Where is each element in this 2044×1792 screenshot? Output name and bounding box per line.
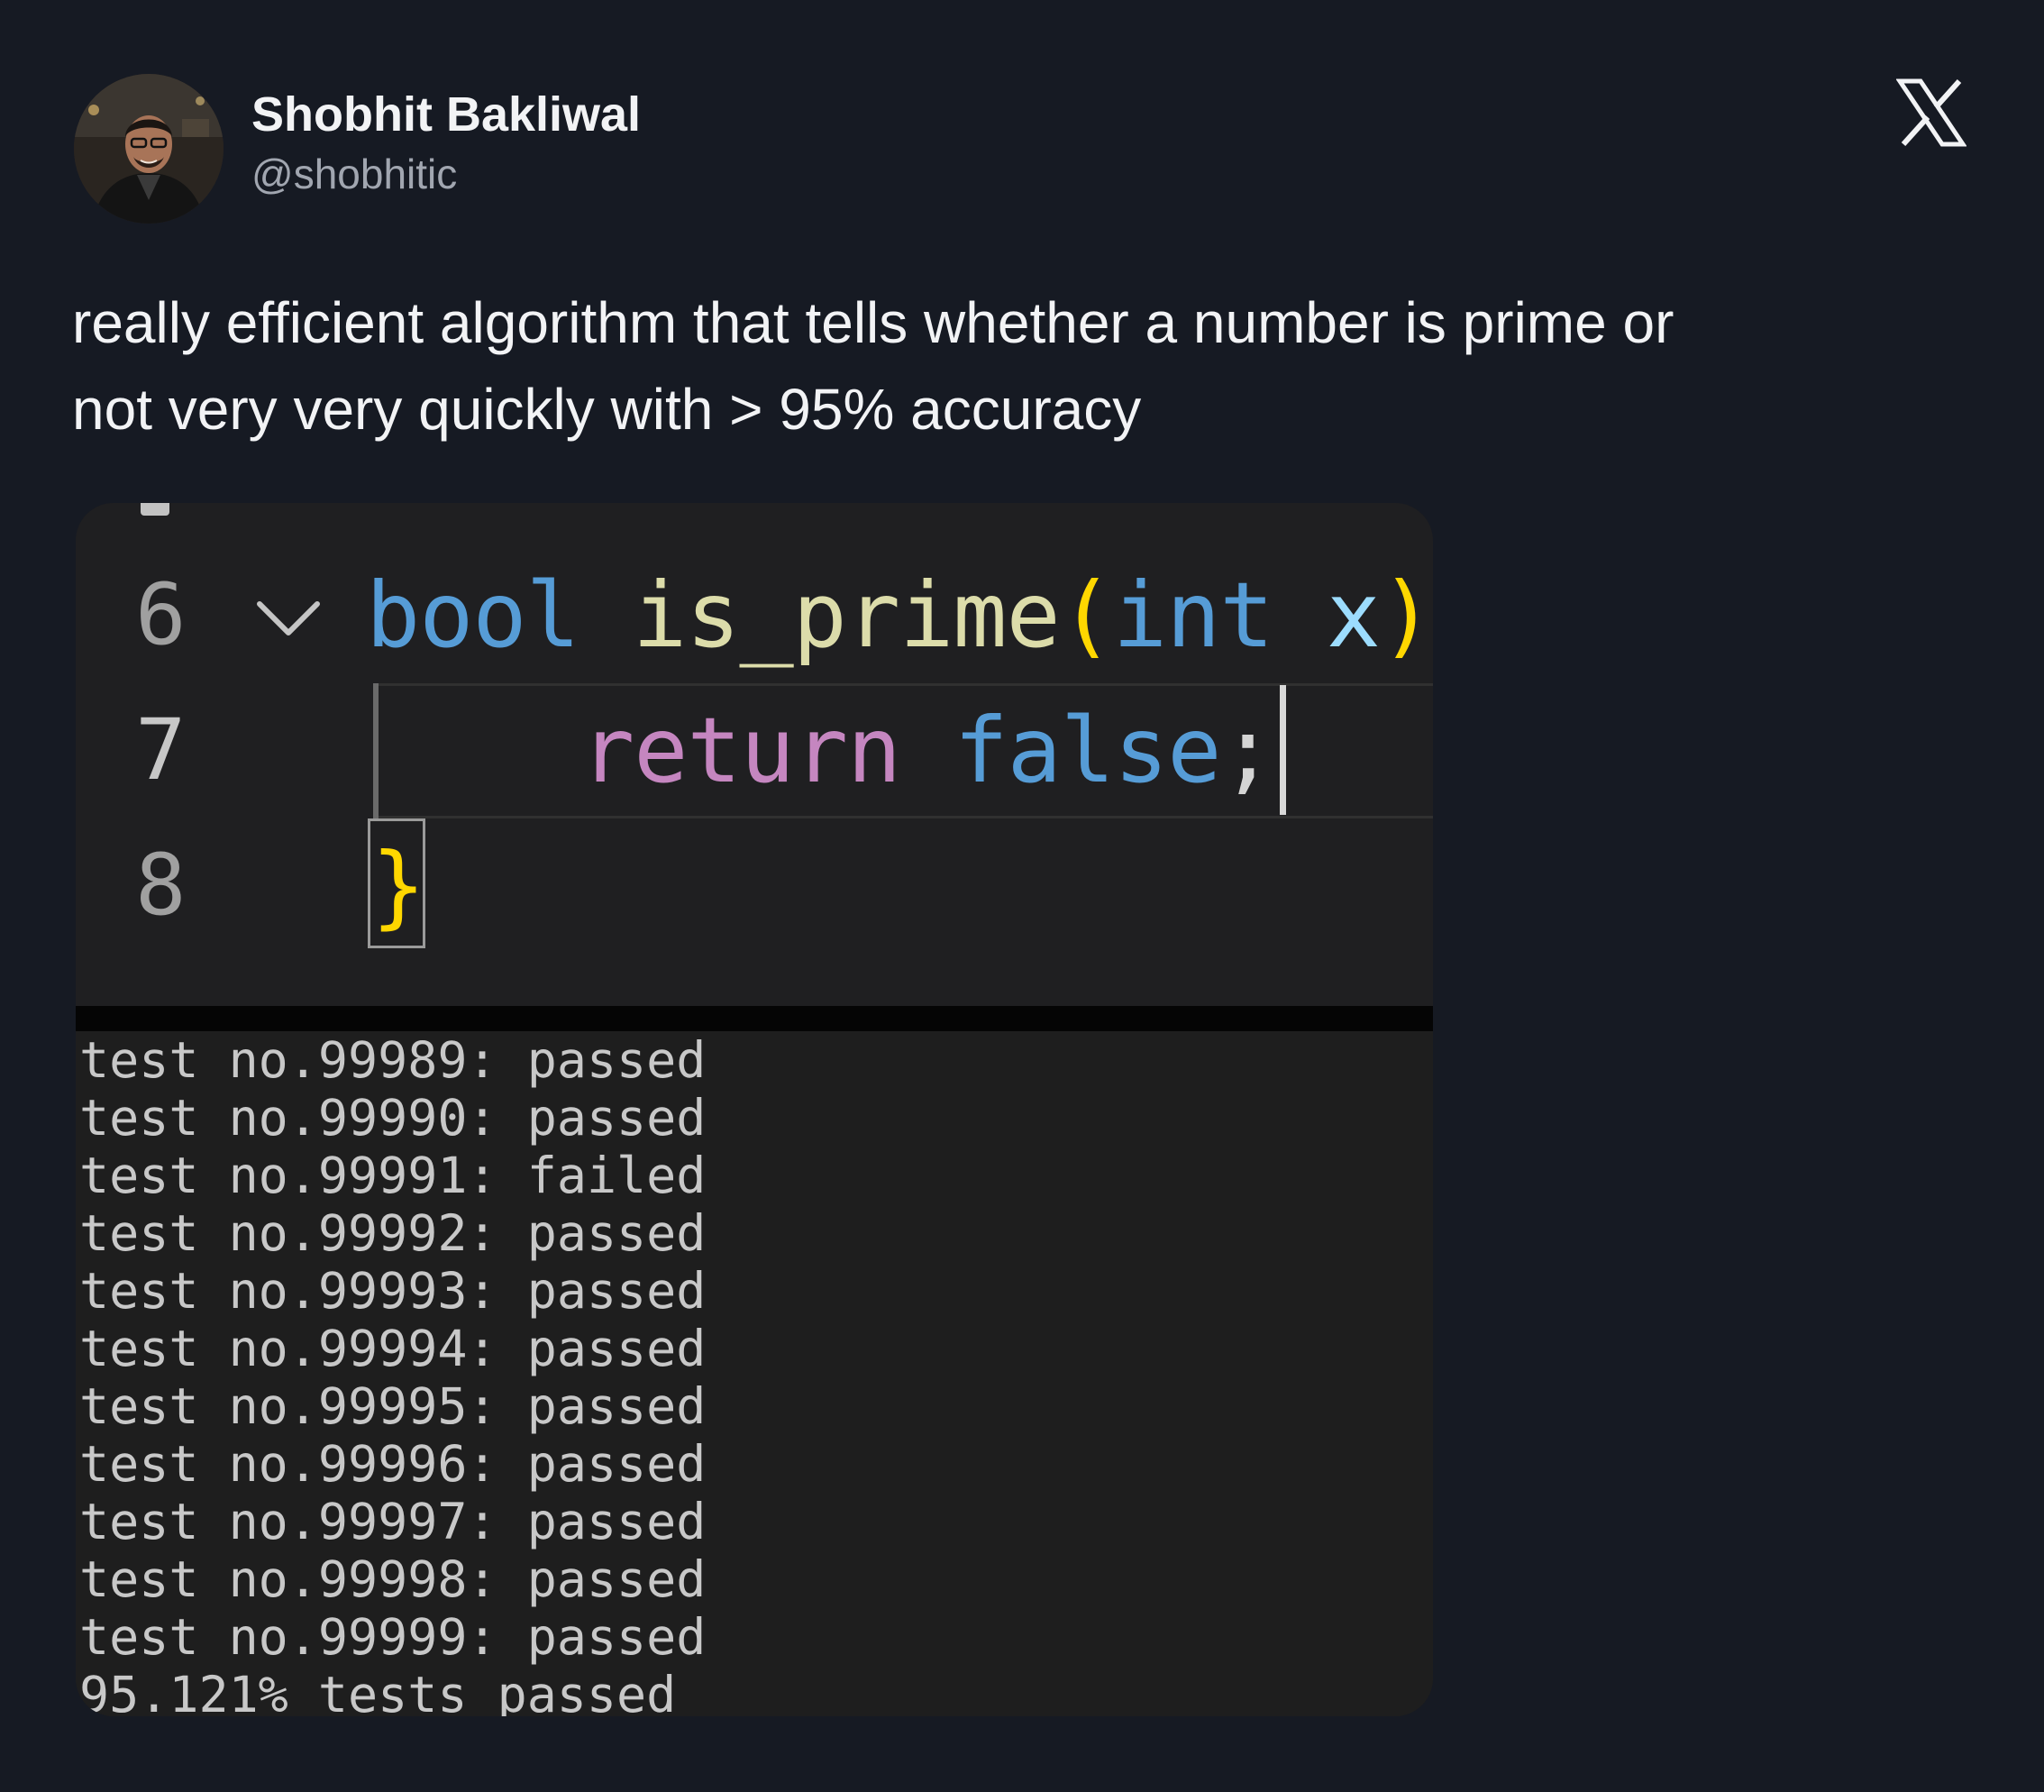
test-label: test no.99990:	[79, 1089, 497, 1147]
author-handle[interactable]: @shobhitic	[251, 151, 457, 197]
line-number: 6	[135, 566, 187, 664]
test-label: test no.99991:	[79, 1147, 497, 1204]
line-number: 8	[135, 837, 187, 935]
test-label: test no.99997:	[79, 1493, 497, 1550]
test-status: passed	[526, 1608, 707, 1666]
test-result-line: test no.99992: passed	[79, 1204, 706, 1262]
test-result-line: test no.99995: passed	[79, 1377, 706, 1435]
author-name[interactable]: Shobhit Bakliwal	[251, 87, 641, 142]
keyword-false: false	[954, 698, 1221, 803]
open-paren: (	[1059, 562, 1114, 668]
line-number: 7	[135, 701, 187, 800]
test-result-line: test no.99989: passed	[79, 1031, 706, 1089]
test-label: test no.99993:	[79, 1262, 497, 1320]
function-name: is_prime	[633, 562, 1061, 668]
test-label: test no.99998:	[79, 1550, 497, 1608]
keyword-int: int	[1112, 562, 1274, 668]
previous-line-fragment	[141, 503, 169, 516]
code-editor: 6 bool is_prime(int x) 7 return false; 8…	[76, 503, 1433, 1006]
test-status: passed	[526, 1204, 707, 1262]
keyword-return: return	[580, 698, 901, 803]
close-paren: )	[1379, 562, 1433, 668]
test-result-line: test no.99994: passed	[79, 1320, 706, 1377]
chevron-down-icon[interactable]	[252, 591, 324, 645]
test-label: test no.99995:	[79, 1377, 497, 1435]
avatar[interactable]	[74, 74, 224, 224]
text-cursor	[1280, 685, 1286, 815]
test-status: passed	[526, 1493, 707, 1550]
test-status: passed	[526, 1320, 707, 1377]
tweet-card: Shobhit Bakliwal @shobhitic really effic…	[0, 0, 2044, 1792]
code-line-6: 6 bool is_prime(int x)	[76, 548, 1433, 683]
test-result-line: test no.99990: passed	[79, 1089, 706, 1147]
test-result-line: test no.99993: passed	[79, 1262, 706, 1320]
test-label: test no.99996:	[79, 1435, 497, 1493]
tweet-media-image[interactable]: 6 bool is_prime(int x) 7 return false; 8…	[76, 503, 1433, 1716]
code-text: }	[371, 818, 425, 954]
test-label: test no.99994:	[79, 1320, 497, 1377]
panel-separator	[76, 1006, 1433, 1031]
test-result-line: test no.99998: passed	[79, 1550, 706, 1608]
test-label: test no.99992:	[79, 1204, 497, 1262]
test-result-line: test no.99999: passed	[79, 1608, 706, 1666]
test-status: passed	[526, 1377, 707, 1435]
keyword-bool: bool	[366, 562, 580, 668]
x-logo-icon[interactable]	[1896, 78, 1966, 148]
code-text: bool is_prime(int x)	[366, 548, 1433, 683]
code-line-8: 8 }	[76, 818, 1433, 954]
test-status: passed	[526, 1089, 707, 1147]
test-status: passed	[526, 1262, 707, 1320]
semicolon: ;	[1220, 698, 1274, 803]
test-status: failed	[526, 1147, 707, 1204]
test-result-line: test no.99996: passed	[79, 1435, 706, 1493]
test-result-line: test no.99997: passed	[79, 1493, 706, 1550]
close-brace: }	[371, 833, 425, 938]
code-text[interactable]: return false;	[580, 683, 1275, 818]
test-summary: 95.121% tests passed	[79, 1666, 677, 1716]
test-label: test no.99999:	[79, 1608, 497, 1666]
test-status: passed	[526, 1031, 707, 1089]
test-status: passed	[526, 1435, 707, 1493]
terminal-output: test no.99989: passed test no.99990: pas…	[76, 1031, 1433, 1716]
test-status: passed	[526, 1550, 707, 1608]
test-label: test no.99989:	[79, 1031, 497, 1089]
test-result-line: test no.99991: failed	[79, 1147, 706, 1204]
parameter-x: x	[1273, 562, 1381, 668]
code-line-7: 7 return false;	[76, 683, 1433, 818]
avatar-photo	[74, 74, 224, 224]
tweet-text: really efficient algorithm that tells wh…	[72, 290, 1674, 442]
